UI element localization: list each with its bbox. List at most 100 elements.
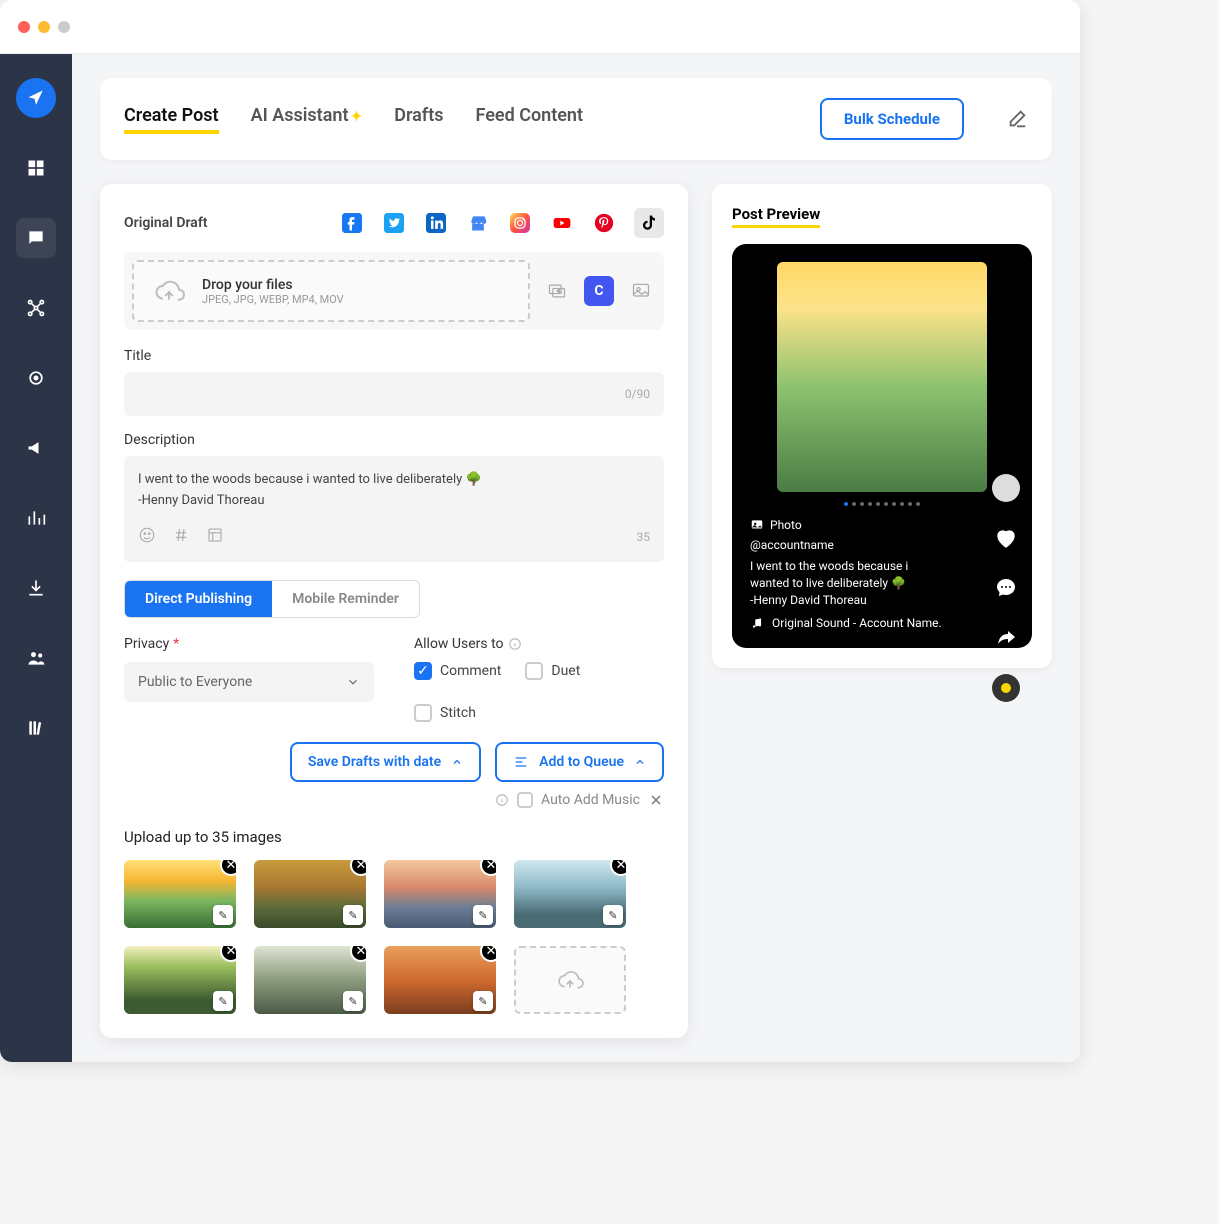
remove-thumbnail-icon[interactable]: ✕ [480,946,496,962]
preview-title: Post Preview [732,205,820,228]
sparkle-icon: ✦ [351,109,363,125]
edit-thumbnail-icon[interactable]: ✎ [603,905,623,925]
description-text: I went to the woods because i wanted to … [138,470,650,514]
direct-publishing-toggle[interactable]: Direct Publishing [125,581,272,617]
media-library-button[interactable] [542,276,572,306]
thumbnail[interactable]: ✕✎ [254,860,366,928]
tab-group: Create Post AI Assistant✦ Drafts Feed Co… [124,105,792,134]
title-input[interactable] [124,372,664,416]
emoji-icon[interactable] [138,526,156,548]
sidebar-messages[interactable] [16,218,56,258]
remove-thumbnail-icon[interactable]: ✕ [220,860,236,876]
remove-thumbnail-icon[interactable]: ✕ [480,860,496,876]
facebook-icon[interactable] [340,211,364,235]
sidebar-target[interactable] [16,358,56,398]
description-label: Description [124,432,664,448]
file-dropzone[interactable]: Drop your files JPEG, JPG, WEBP, MP4, MO… [132,260,530,322]
minimize-dot[interactable] [38,21,50,33]
info-icon [508,637,522,651]
comment-checkbox[interactable]: ✓Comment [414,662,501,680]
compose-icon[interactable] [1006,108,1028,130]
bulk-schedule-button[interactable]: Bulk Schedule [820,98,964,140]
template-icon[interactable] [206,526,224,548]
carousel-dots [744,502,1020,506]
duet-checkbox[interactable]: Duet [525,662,580,680]
sidebar-network[interactable] [16,288,56,328]
privacy-label: Privacy * [124,636,374,652]
title-label: Title [124,348,664,364]
photo-type-icon [750,518,764,532]
tab-ai-assistant[interactable]: AI Assistant✦ [251,105,363,134]
edit-thumbnail-icon[interactable]: ✎ [473,991,493,1011]
chevron-down-icon [346,675,360,689]
preview-sound: Original Sound - Account Name. [772,616,942,630]
edit-thumbnail-icon[interactable]: ✎ [213,905,233,925]
brand-logo[interactable] [16,78,56,118]
tiktok-icon[interactable] [634,208,664,238]
remove-thumbnail-icon[interactable]: ✕ [350,946,366,962]
edit-thumbnail-icon[interactable]: ✎ [473,905,493,925]
image-picker-button[interactable] [626,276,656,306]
title-counter: 0/90 [625,387,650,401]
chevron-up-icon [451,756,463,768]
avatar-icon[interactable] [992,474,1020,502]
phone-side-actions [992,474,1020,702]
topbar: Create Post AI Assistant✦ Drafts Feed Co… [100,78,1052,160]
tab-feed-content[interactable]: Feed Content [476,105,584,134]
comment-icon[interactable] [992,574,1020,602]
sidebar-megaphone[interactable] [16,428,56,468]
privacy-select[interactable]: Public to Everyone [124,662,374,702]
thumbnail[interactable]: ✕✎ [514,860,626,928]
app-window: Create Post AI Assistant✦ Drafts Feed Co… [0,0,1080,1062]
remove-thumbnail-icon[interactable]: ✕ [350,860,366,876]
remove-thumbnail-icon[interactable]: ✕ [610,860,626,876]
edit-thumbnail-icon[interactable]: ✎ [213,991,233,1011]
description-box[interactable]: I went to the woods because i wanted to … [124,456,664,562]
sidebar-library[interactable] [16,708,56,748]
canva-button[interactable]: C [584,276,614,306]
instagram-icon[interactable] [508,211,532,235]
maximize-dot[interactable] [58,21,70,33]
twitter-icon[interactable] [382,211,406,235]
preview-image [777,262,987,492]
auto-add-music-checkbox[interactable] [517,792,533,808]
edit-thumbnail-icon[interactable]: ✎ [343,991,363,1011]
close-icon[interactable] [648,792,664,808]
info-icon [495,793,509,807]
tab-create-post[interactable]: Create Post [124,105,219,134]
original-draft-label: Original Draft [124,215,208,231]
sound-disc-icon[interactable] [992,674,1020,702]
thumbnail[interactable]: ✕✎ [124,860,236,928]
mobile-reminder-toggle[interactable]: Mobile Reminder [272,581,419,617]
close-dot[interactable] [18,21,30,33]
thumbnail[interactable]: ✕✎ [384,860,496,928]
thumbnail-grid: ✕✎ ✕✎ ✕✎ ✕✎ ✕✎ ✕✎ ✕✎ [124,860,664,1014]
titlebar [0,0,1080,54]
hashtag-icon[interactable] [172,526,190,548]
linkedin-icon[interactable] [424,211,448,235]
pinterest-icon[interactable] [592,211,616,235]
sidebar-team[interactable] [16,638,56,678]
save-drafts-button[interactable]: Save Drafts with date [290,742,481,782]
tab-drafts[interactable]: Drafts [394,105,443,134]
music-note-icon [750,616,764,630]
add-thumbnail-button[interactable] [514,946,626,1014]
sidebar [0,54,72,1062]
thumbnail[interactable]: ✕✎ [384,946,496,1014]
stitch-checkbox[interactable]: Stitch [414,704,476,722]
thumbnail[interactable]: ✕✎ [254,946,366,1014]
edit-thumbnail-icon[interactable]: ✎ [343,905,363,925]
add-to-queue-button[interactable]: Add to Queue [495,742,664,782]
remove-thumbnail-icon[interactable]: ✕ [220,946,236,962]
queue-icon [513,754,529,770]
sidebar-download[interactable] [16,568,56,608]
thumbnail[interactable]: ✕✎ [124,946,236,1014]
google-business-icon[interactable] [466,211,490,235]
share-icon[interactable] [992,624,1020,652]
preview-description: I went to the woods because i wanted to … [750,558,950,608]
sidebar-analytics[interactable] [16,498,56,538]
heart-icon[interactable] [992,524,1020,552]
phone-preview: Photo @accountname I went to the woods b… [732,244,1032,648]
youtube-icon[interactable] [550,211,574,235]
sidebar-dashboard[interactable] [16,148,56,188]
